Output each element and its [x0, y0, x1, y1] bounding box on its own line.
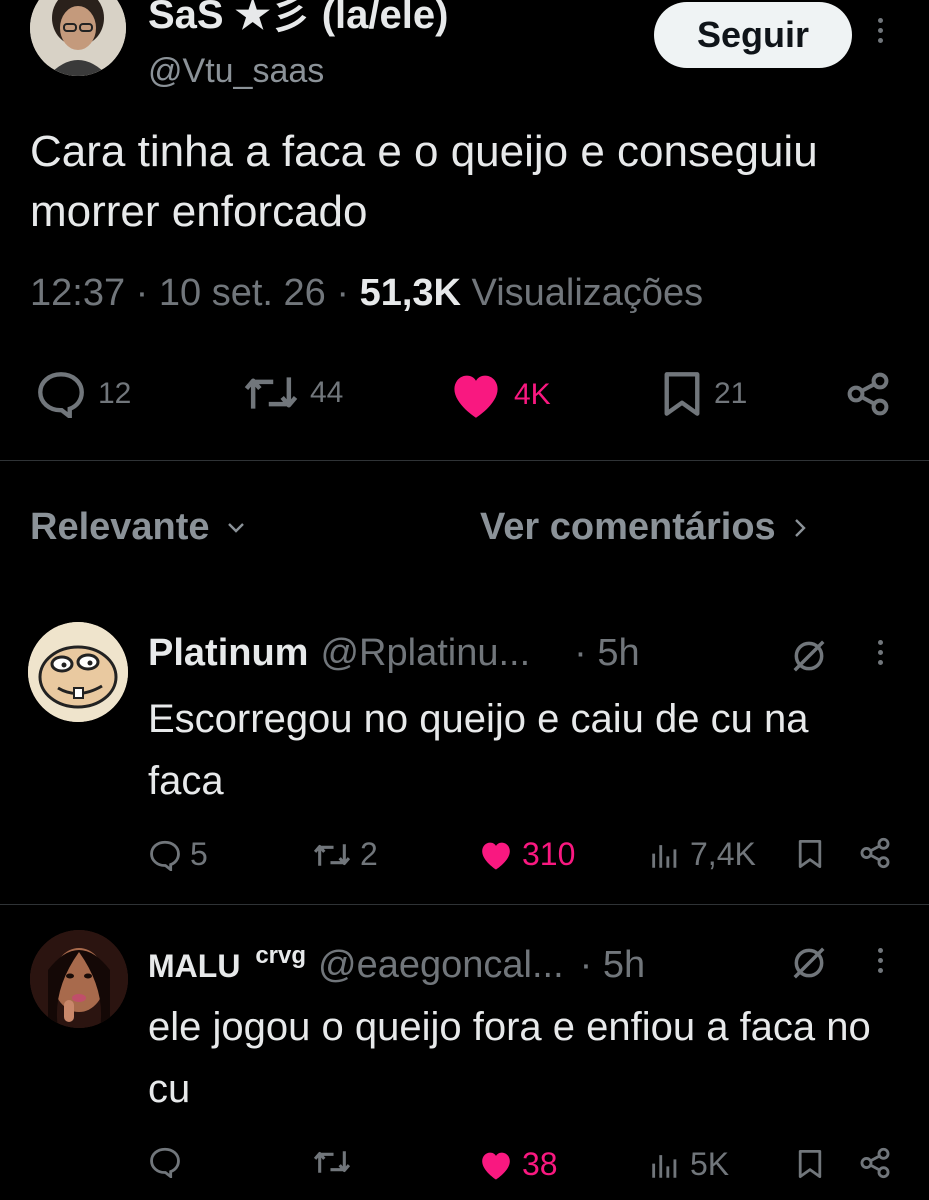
meta-separator: ·	[135, 272, 159, 314]
sort-dropdown[interactable]: Relevante	[30, 506, 248, 549]
repost-count: 2	[360, 836, 378, 872]
like-button[interactable]: 4K	[448, 370, 551, 420]
reply-author-handle[interactable]: @eaegoncal...	[318, 944, 564, 987]
tweet-date[interactable]: 10 set. 26	[159, 272, 326, 314]
divider	[0, 904, 929, 905]
meta-separator: ·	[336, 272, 360, 314]
share-button[interactable]	[844, 370, 892, 418]
bookmark-icon[interactable]	[796, 1148, 824, 1180]
reply-time[interactable]: · 5h	[580, 944, 645, 987]
like-count: 4K	[514, 378, 551, 411]
see-comments-link[interactable]: Ver comentários	[480, 506, 808, 549]
tweet-time[interactable]: 12:37	[30, 272, 125, 314]
reply-icon	[150, 1147, 180, 1178]
heart-filled-icon	[482, 1152, 510, 1180]
more-options-icon[interactable]	[872, 640, 888, 665]
grok-icon[interactable]	[790, 637, 828, 675]
repost-icon	[244, 377, 298, 409]
views-count: 5K	[690, 1146, 730, 1182]
more-options-icon[interactable]	[872, 948, 888, 973]
bookmark-icon	[664, 372, 700, 416]
reply-time[interactable]: · 5h	[574, 632, 639, 675]
views-count: 51,3K	[359, 272, 461, 314]
repost-button[interactable]: 2	[312, 836, 378, 873]
sort-label: Relevante	[30, 506, 210, 548]
author-name[interactable]: SaS ★彡 (la/ele)	[148, 0, 448, 40]
views-button[interactable]: 7,4K	[648, 836, 756, 873]
repost-button[interactable]	[312, 1146, 360, 1178]
share-icon	[847, 372, 889, 416]
chevron-down-icon	[227, 522, 244, 533]
reply-author-name-text: MALU	[148, 948, 241, 984]
reply-icon	[38, 372, 84, 418]
see-comments-label: Ver comentários	[480, 506, 776, 548]
views-count: 7,4K	[690, 836, 756, 872]
avatar-image	[30, 0, 126, 76]
heart-filled-icon	[454, 375, 498, 418]
tweet-meta: 12:37 · 10 set. 26 · 51,3K Visualizações	[30, 272, 703, 315]
views-chart-icon	[652, 1154, 677, 1178]
repost-icon	[313, 1151, 351, 1173]
chevron-right-icon	[794, 518, 806, 537]
share-icon[interactable]	[858, 836, 892, 870]
bookmark-icon[interactable]	[796, 838, 824, 870]
reply-avatar[interactable]	[28, 622, 128, 722]
reply-author-name[interactable]: Platinum	[148, 632, 308, 675]
reply-avatar[interactable]	[30, 930, 128, 1028]
avatar-image	[28, 622, 128, 722]
views-button[interactable]: 5K	[648, 1146, 729, 1183]
repost-button[interactable]: 44	[242, 370, 343, 416]
reply-text: ele jogou o queijo fora e enfiou a faca …	[148, 1005, 871, 1111]
grok-icon[interactable]	[790, 944, 828, 982]
divider	[0, 460, 929, 461]
avatar-image	[30, 930, 128, 1028]
reply-text: Escorregou no queijo e caiu de cu na fac…	[148, 697, 809, 803]
repost-count: 44	[310, 376, 344, 409]
author-avatar[interactable]	[30, 0, 126, 76]
like-button[interactable]: 310	[478, 836, 575, 873]
reply-icon	[150, 840, 180, 871]
views-label: Visualizações	[471, 272, 704, 314]
reply-author-handle[interactable]: @Rplatinu...	[320, 632, 530, 675]
reply-header: Platinum @Rplatinu... · 5h	[148, 632, 640, 675]
reply-author-name-suffix: crvg	[255, 942, 307, 969]
reply-count: 12	[98, 377, 132, 410]
more-options-icon[interactable]	[872, 18, 888, 43]
follow-button[interactable]: Seguir	[654, 2, 852, 68]
like-count: 310	[522, 836, 576, 872]
views-chart-icon	[652, 844, 677, 868]
author-handle[interactable]: @Vtu_saas	[148, 52, 324, 91]
repost-icon	[313, 843, 351, 866]
bookmark-button[interactable]: 21	[660, 370, 747, 418]
tweet-text: Cara tinha a faca e o queijo e conseguiu…	[30, 127, 818, 236]
bookmark-count: 21	[714, 377, 748, 410]
like-count: 38	[522, 1146, 558, 1182]
reply-author-name[interactable]: MALU crvg	[148, 942, 306, 985]
heart-filled-icon	[482, 842, 510, 870]
reply-header: MALU crvg @eaegoncal... · 5h	[148, 942, 645, 987]
reply-count: 5	[190, 836, 208, 872]
share-icon[interactable]	[858, 1146, 892, 1180]
like-button[interactable]: 38	[478, 1146, 558, 1183]
reply-button[interactable]: 12	[34, 370, 131, 418]
reply-button[interactable]	[148, 1146, 190, 1178]
reply-button[interactable]: 5	[148, 836, 208, 873]
